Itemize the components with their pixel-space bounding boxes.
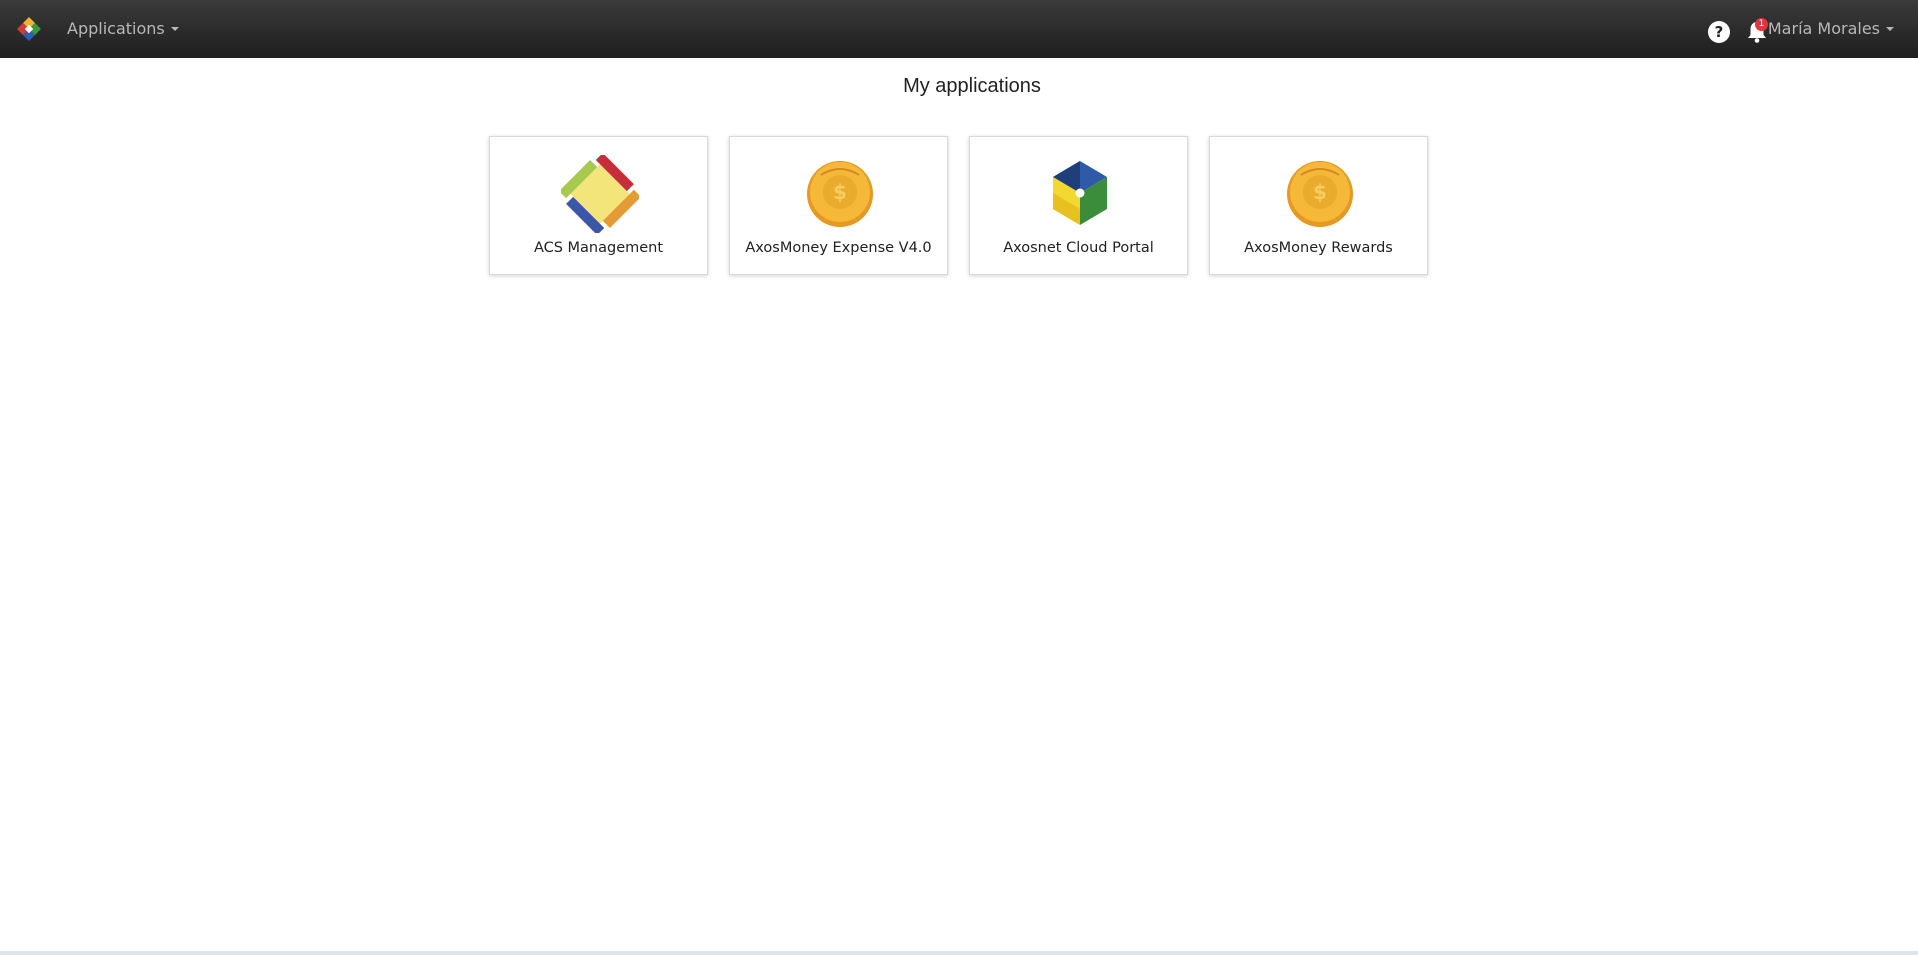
app-card-label: AxosMoney Expense V4.0 [745, 240, 932, 256]
svg-text:$: $ [1313, 180, 1327, 204]
app-card-label: AxosMoney Rewards [1244, 240, 1393, 256]
app-card-axosmoney-expense[interactable]: $ AxosMoney Expense V4.0 [729, 136, 948, 275]
acs-management-logo-icon [561, 155, 639, 233]
app-card-label: ACS Management [533, 240, 664, 256]
caret-down-icon [170, 27, 179, 31]
axosmoney-coin-icon: $ [807, 161, 873, 227]
top-navbar: Applications ? 1 María Morales [0, 0, 1918, 58]
app-card-label: Axosnet Cloud Portal [1003, 240, 1154, 256]
bottom-divider [0, 951, 1918, 955]
page-title: My applications [903, 75, 1041, 97]
axosnet-logo-icon[interactable] [16, 16, 42, 42]
notification-badge: 1 [1755, 18, 1768, 31]
axosmoney-coin-icon: $ [1287, 161, 1353, 227]
app-card-axosmoney-rewards[interactable]: $ AxosMoney Rewards [1209, 136, 1428, 275]
app-card-axosnet-cloud-portal[interactable]: Axosnet Cloud Portal [969, 136, 1188, 275]
svg-text:$: $ [833, 180, 847, 204]
app-card-acs-management[interactable]: ACS Management [489, 136, 708, 275]
user-menu[interactable]: María Morales [1768, 17, 1894, 41]
help-icon[interactable]: ? [1708, 21, 1730, 43]
user-name: María Morales [1767, 19, 1880, 38]
axosnet-cube-icon [1053, 161, 1107, 225]
applications-menu[interactable]: Applications [67, 17, 179, 41]
applications-grid: ACS Management $ AxosMoney Expense V4.0 … [489, 136, 1428, 275]
applications-menu-label: Applications [67, 19, 165, 38]
caret-down-icon [1886, 27, 1894, 31]
